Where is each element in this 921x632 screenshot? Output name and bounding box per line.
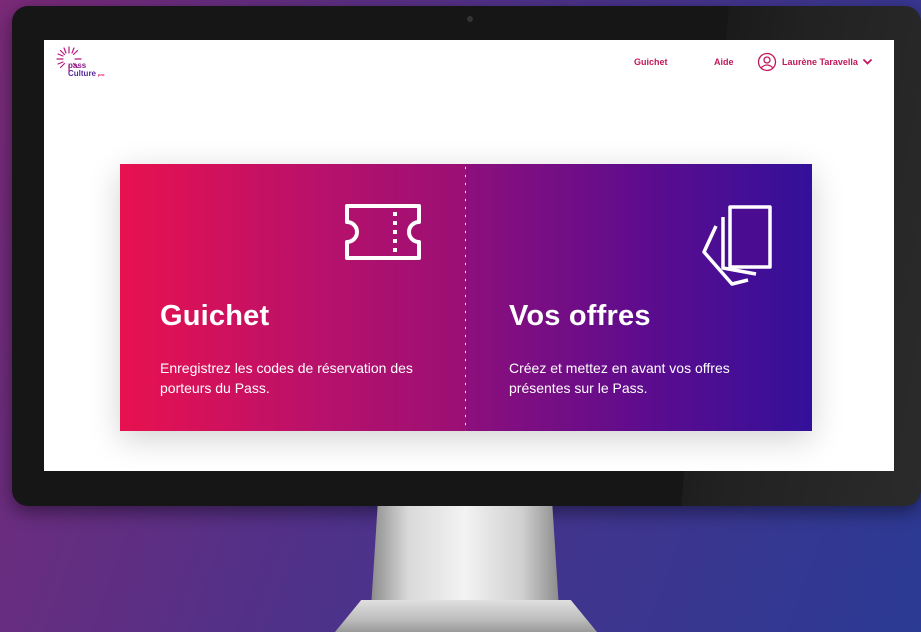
user-name: Laurène Taravella [782,57,858,67]
webcam [467,16,473,22]
user-menu[interactable]: Laurène Taravella [757,52,872,72]
home-cards-panel: Guichet Enregistrez les codes de réserva… [120,164,812,431]
logo-pro-tag: pro [98,72,105,77]
nav-guichet-link[interactable]: Guichet [634,57,668,67]
guichet-card-title: Guichet [160,300,270,332]
vos-offres-card-title: Vos offres [509,300,651,332]
guichet-card-description: Enregistrez les codes de réservation des… [160,360,413,396]
top-header: pass Culture pro Guichet Aide Laurène Tar… [44,40,894,100]
nav-aide-link[interactable]: Aide [714,57,734,67]
user-circle-icon [757,52,777,72]
chevron-down-icon [862,59,872,65]
vos-offres-card[interactable]: Vos offres Créez et mettez en avant vos … [466,164,812,431]
monitor-frame: pass Culture pro Guichet Aide Laurène Tar… [12,6,921,506]
app-screen: pass Culture pro Guichet Aide Laurène Tar… [44,40,894,471]
monitor-stand-base [335,600,597,632]
guichet-card[interactable]: Guichet Enregistrez les codes de réserva… [120,164,466,431]
offers-stack-icon [702,205,772,286]
logo-line-2-text: Culture [68,69,96,78]
ticket-icon [345,204,421,260]
logo-line-2: Culture pro [68,70,104,79]
vos-offres-card-description: Créez et mettez en avant vos offres prés… [509,360,730,396]
logo-wordmark: pass Culture pro [68,62,104,79]
pass-culture-logo[interactable]: pass Culture pro [54,44,124,88]
